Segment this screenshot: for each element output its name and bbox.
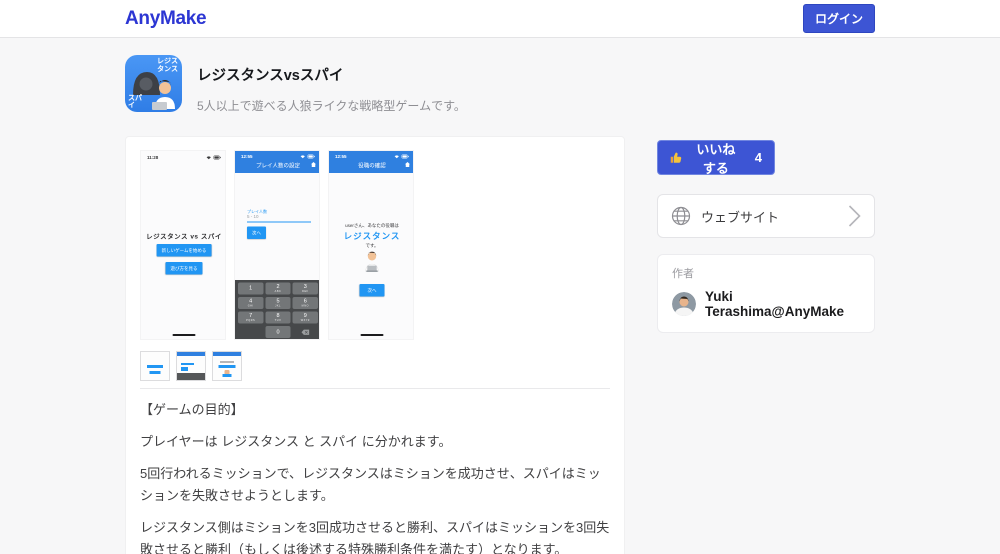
numeric-keypad: 1 2ABC 3DEF 4GHI 5JKL 6MNO 7PQRS 8TUV 9W… — [235, 280, 320, 340]
screen-title: レジスタンス vs スパイ — [141, 231, 226, 241]
screenshot-2[interactable]: 12:55 プレイ人数の設定 プレイ人数 — [234, 150, 320, 340]
app-bar-title: プレイ人数の設定 — [256, 163, 300, 169]
person-illustration — [361, 250, 384, 273]
app-bar: 12:55 プレイ人数の設定 — [235, 151, 320, 173]
app-header: レジス タンス スパ イ レジスタンスvsスパイ 5人以上で遊べる人狼ライクな戦… — [125, 55, 625, 114]
thumb-decor — [177, 373, 205, 380]
key-6: 6MNO — [293, 297, 318, 309]
key-0: 0 — [265, 326, 290, 338]
icon-label-bottom: スパ イ — [128, 95, 142, 110]
main-column: レジス タンス スパ イ レジスタンスvsスパイ 5人以上で遊べる人狼ライクな戦… — [125, 38, 625, 554]
key-2: 2ABC — [265, 283, 290, 295]
home-indicator — [173, 334, 196, 336]
screenshot-1[interactable]: 11:28 レジスタンス vs スパイ 新しいゲームを始める 遊び方を見る — [140, 150, 226, 340]
key-5: 5JKL — [265, 297, 290, 309]
thumbnail-strip — [140, 351, 610, 381]
status-time: 12:55 — [241, 154, 253, 159]
battery-icon — [402, 155, 410, 159]
role-name: レジスタンス — [329, 229, 414, 242]
status-time: 12:55 — [335, 154, 347, 159]
status-bar: 11:28 — [141, 151, 226, 160]
screenshot-gallery: 11:28 レジスタンス vs スパイ 新しいゲームを始める 遊び方を見る — [140, 150, 610, 340]
avatar — [672, 292, 696, 316]
description-paragraph: 5回行われるミッションで、レジスタンスはミションを成功させ、スパイはミッションを… — [140, 463, 610, 507]
new-game-button: 新しいゲームを始める — [157, 244, 212, 257]
status-bar: 12:55 — [235, 151, 320, 159]
app-subtitle: 5人以上で遊べる人狼ライクな戦略型ゲームです。 — [197, 97, 466, 114]
thumb-decor — [220, 361, 234, 363]
key-1: 1 — [238, 283, 263, 295]
like-label: いいねする — [690, 139, 742, 177]
like-button[interactable]: いいねする 4 — [657, 140, 775, 175]
wifi-icon — [394, 155, 400, 159]
role-intro-text: userさん、あなたの役職は — [329, 222, 414, 229]
thumb-decor — [177, 352, 205, 356]
backspace-icon — [301, 329, 309, 335]
thumb-decor — [213, 352, 241, 356]
key-8: 8TUV — [265, 312, 290, 324]
login-button[interactable]: ログイン — [803, 4, 875, 33]
thumb-decor — [150, 371, 161, 374]
backspace-key — [293, 326, 318, 338]
icon-label-line: レジス — [157, 58, 178, 66]
key-4: 4GHI — [238, 297, 263, 309]
thumbnail-2[interactable] — [176, 351, 206, 381]
thumb-decor — [181, 367, 188, 371]
logo[interactable]: AnyMake — [125, 8, 206, 30]
icon-label-line: イ — [128, 102, 142, 110]
app-bar-title: 役職の確認 — [358, 163, 386, 169]
how-to-play-button: 遊び方を見る — [165, 262, 202, 275]
description-paragraph: 【ゲームの目的】 — [140, 399, 610, 421]
thumb-decor — [219, 365, 236, 368]
author-heading: 作者 — [672, 265, 860, 281]
key-3: 3DEF — [293, 283, 318, 295]
input-hint: 5 - 10 — [247, 214, 259, 219]
description-paragraph: レジスタンス側はミションを3回成功させると勝利、スパイはミッションを3回失敗させ… — [140, 517, 610, 554]
next-button: 次へ — [359, 284, 384, 297]
thumbnail-3[interactable] — [212, 351, 242, 381]
key-7: 7PQRS — [238, 312, 263, 324]
thumb-decor — [223, 374, 232, 377]
globe-icon — [671, 206, 691, 226]
author-card: 作者 Yuki Terashima@AnyMake — [657, 254, 875, 333]
status-bar: 12:55 — [329, 151, 414, 159]
wifi-icon — [300, 155, 306, 159]
page-body: レジス タンス スパ イ レジスタンスvsスパイ 5人以上で遊べる人狼ライクな戦… — [125, 38, 875, 554]
thumbnail-1[interactable] — [140, 351, 170, 381]
description-paragraph: プレイヤーは レジスタンス と スパイ に分かれます。 — [140, 431, 610, 453]
battery-icon — [308, 155, 316, 159]
icon-label-line: タンス — [157, 66, 178, 74]
website-link[interactable]: ウェブサイト — [657, 194, 875, 238]
screenshot-3[interactable]: 12:55 役職の確認 userさん、あなたの役職 — [328, 150, 414, 340]
app-bar: 12:55 役職の確認 — [329, 151, 414, 173]
divider — [140, 388, 610, 389]
input-underline — [247, 222, 311, 223]
thumbs-up-icon — [670, 150, 682, 165]
page-title: レジスタンスvsスパイ — [197, 64, 466, 85]
icon-label-top: レジス タンス — [157, 58, 178, 73]
chevron-right-icon — [848, 204, 861, 228]
description: 【ゲームの目的】 プレイヤーは レジスタンス と スパイ に分かれます。 5回行… — [140, 399, 610, 554]
website-label: ウェブサイト — [701, 207, 779, 226]
wifi-icon — [206, 156, 212, 160]
key-spacer — [238, 326, 263, 338]
role-suffix-text: です。 — [329, 242, 414, 249]
home-indicator — [361, 334, 384, 336]
home-icon — [311, 162, 316, 167]
thumb-decor — [181, 363, 194, 365]
content-card: 11:28 レジスタンス vs スパイ 新しいゲームを始める 遊び方を見る — [125, 136, 625, 554]
battery-icon — [214, 156, 222, 160]
sidebar: いいねする 4 ウェブサイト 作者 — [657, 140, 875, 333]
site-header: AnyMake ログイン — [0, 0, 1000, 38]
key-9: 9WXYZ — [293, 312, 318, 324]
like-count: 4 — [755, 150, 762, 165]
status-time: 11:28 — [147, 155, 158, 160]
thumb-decor — [147, 365, 163, 368]
next-button: 次へ — [247, 227, 266, 240]
author-name: Yuki Terashima@AnyMake — [705, 289, 860, 319]
app-icon: レジス タンス スパ イ — [125, 55, 182, 112]
home-icon — [405, 162, 410, 167]
